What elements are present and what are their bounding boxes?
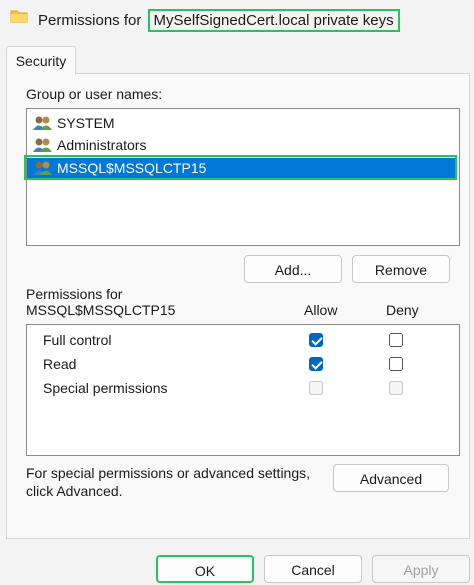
- remove-button[interactable]: Remove: [352, 255, 450, 283]
- read-allow-checkbox[interactable]: [309, 357, 323, 371]
- list-item-label: SYSTEM: [57, 115, 115, 131]
- read-deny-checkbox[interactable]: [389, 357, 403, 371]
- special-permissions-deny-checkbox: [389, 381, 403, 395]
- perm-row-special-permissions: Special permissions: [43, 380, 168, 396]
- users-icon: [33, 115, 53, 131]
- list-item-label: Administrators: [57, 137, 147, 153]
- full-control-deny-checkbox[interactable]: [389, 333, 403, 347]
- window-title-object: MySelfSignedCert.local private keys: [147, 9, 400, 32]
- list-item-system[interactable]: SYSTEM: [33, 113, 115, 133]
- group-user-names-label: Group or user names:: [26, 86, 163, 102]
- full-control-allow-checkbox[interactable]: [309, 333, 323, 347]
- cancel-button[interactable]: Cancel: [264, 555, 362, 583]
- title-bar: Permissions for MySelfSignedCert.local p…: [0, 0, 474, 36]
- perm-row-read: Read: [43, 356, 77, 372]
- special-text-line1: For special permissions or advanced sett…: [26, 465, 311, 481]
- special-permissions-text: For special permissions or advanced sett…: [26, 464, 326, 500]
- window-title: Permissions for MySelfSignedCert.local p…: [38, 9, 400, 32]
- ok-button[interactable]: OK: [156, 555, 254, 583]
- window-title-prefix: Permissions for: [38, 12, 146, 29]
- apply-button[interactable]: Apply: [372, 555, 470, 583]
- deny-header: Deny: [386, 302, 419, 318]
- permissions-label: Permissions for MSSQL$MSSQLCTP15: [26, 286, 175, 318]
- add-button[interactable]: Add...: [244, 255, 342, 283]
- permissions-label-line2: MSSQL$MSSQLCTP15: [26, 302, 176, 318]
- advanced-button[interactable]: Advanced: [333, 464, 449, 492]
- folder-icon: [10, 9, 28, 23]
- allow-header: Allow: [304, 302, 338, 318]
- permissions-list: Full control Read Special permissions: [26, 324, 460, 456]
- list-item-administrators[interactable]: Administrators: [33, 135, 146, 155]
- special-text-line2: click Advanced.: [26, 483, 123, 499]
- selection-highlight-outline: [24, 155, 457, 180]
- permissions-label-line1: Permissions for: [26, 286, 123, 302]
- tab-security[interactable]: Security: [6, 46, 76, 75]
- users-icon: [33, 137, 53, 153]
- special-permissions-allow-checkbox: [309, 381, 323, 395]
- perm-row-full-control: Full control: [43, 332, 112, 348]
